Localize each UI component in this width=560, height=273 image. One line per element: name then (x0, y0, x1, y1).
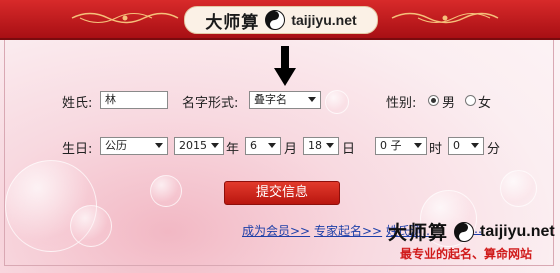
calendar-select-value: 公历 (105, 139, 127, 152)
birth-label: 生日: (62, 142, 93, 157)
year-unit: 年 (226, 142, 240, 157)
name-form-label: 名字形式: (182, 96, 239, 111)
chevron-down-icon (471, 143, 479, 148)
chevron-down-icon (155, 143, 163, 148)
name-form-select-value: 叠字名 (254, 93, 287, 106)
calendar-select[interactable]: 公历 (100, 137, 168, 155)
surname-input-value: 林 (105, 93, 116, 106)
day-select[interactable]: 18 (303, 137, 339, 155)
hour-select-value: 0 子 (380, 139, 402, 152)
minute-unit: 分 (487, 142, 501, 157)
ornament-right-icon (391, 12, 499, 24)
hour-select[interactable]: 0 子 (375, 137, 427, 155)
yin-yang-icon (265, 10, 286, 30)
hour-unit: 时 (429, 142, 443, 157)
month-select-value: 6 (250, 139, 257, 152)
gender-female-label[interactable]: 女 (478, 92, 491, 111)
chevron-down-icon (308, 97, 316, 102)
naming-form-page: 大师算 taijiyu.net 姓氏: 林 名字形式: 叠字名 性别: 男 女 … (0, 0, 560, 273)
surname-label: 姓氏: (62, 96, 93, 111)
chevron-down-icon (326, 143, 334, 148)
watermark-text-cn: 大师算 (388, 222, 449, 244)
month-unit: 月 (284, 142, 298, 157)
minute-select[interactable]: 0 (448, 137, 484, 155)
gender-male-radio[interactable] (428, 95, 439, 106)
gender-male-label[interactable]: 男 (442, 92, 455, 111)
chevron-down-icon (211, 143, 219, 148)
month-select[interactable]: 6 (245, 137, 281, 155)
site-watermark: 大师算 taijiyu.net 最专业的起名、算命网站 (388, 218, 556, 268)
watermark-logo: 大师算 taijiyu.net (388, 218, 555, 245)
submit-button[interactable]: 提交信息 (224, 181, 340, 205)
expert-naming-link[interactable]: 专家起名>> (314, 222, 382, 239)
day-unit: 日 (342, 142, 356, 157)
minute-select-value: 0 (453, 139, 460, 152)
logo-text-cn: 大师算 (205, 12, 260, 33)
logo[interactable]: 大师算 taijiyu.net (184, 6, 378, 34)
name-form-select[interactable]: 叠字名 (249, 91, 321, 109)
day-select-value: 18 (308, 139, 322, 152)
ornament-left-icon (71, 12, 179, 24)
header-bar: 大师算 taijiyu.net (0, 0, 560, 40)
down-arrow-icon (274, 46, 296, 86)
watermark-text-en: taijiyu.net (480, 222, 555, 240)
surname-input[interactable]: 林 (100, 91, 168, 109)
year-select[interactable]: 2015 (174, 137, 224, 155)
become-member-link[interactable]: 成为会员>> (242, 222, 310, 239)
yin-yang-icon (454, 221, 475, 242)
gender-label: 性别: (386, 96, 417, 111)
year-select-value: 2015 (179, 139, 207, 152)
gender-female-radio[interactable] (465, 95, 476, 106)
chevron-down-icon (414, 143, 422, 148)
chevron-down-icon (268, 143, 276, 148)
watermark-slogan: 最专业的起名、算命网站 (400, 247, 533, 261)
logo-text-en: taijiyu.net (291, 12, 357, 28)
